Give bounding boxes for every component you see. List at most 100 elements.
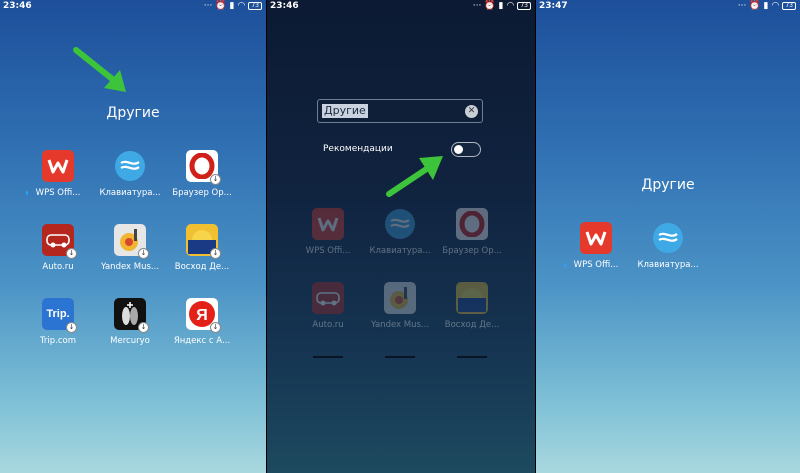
wifi-icon: ◠ [771,1,780,11]
app-opera[interactable]: Браузер Ор... [440,208,504,256]
app-label-text: Клавиатура... [637,260,699,270]
status-time: 23:46 [270,1,299,11]
app-swiftkey[interactable]: Клавиатура... [368,208,432,256]
app-label: WPS Offi... [564,260,628,270]
app-label-text: Восход Де... [174,262,230,272]
app-label-text: Браузер Ор... [442,246,502,256]
folder-name-input[interactable]: Другие ✕ [317,99,483,123]
app-label: Браузер Ор... [440,246,504,256]
app-label: Восход Де... [440,320,504,330]
app-label: Auto.ru [26,262,90,272]
yandex-icon: Я ↓ [186,298,221,333]
app-label: Браузер Ор... [170,188,234,198]
wps-icon [312,208,344,240]
app-yandex-music[interactable]: ↓ Yandex Mus... [98,224,162,272]
app-label: Яндекс с А... [170,336,234,346]
status-icons: ··· ⏰ ▮ ◠ 73 [204,1,262,11]
status-time: 23:47 [539,1,568,11]
app-label-text: Auto.ru [312,320,344,330]
voshod-icon: ↓ [186,224,221,259]
signal-icon: ▮ [229,1,235,11]
app-wps[interactable]: WPS Offi... [296,208,360,256]
panel-folder-view: 23:46 ··· ⏰ ▮ ◠ 73 Другие WPS Offi... Кла… [0,0,266,473]
battery-icon: 73 [782,2,796,10]
app-autoru[interactable]: ↓ Auto.ru [26,224,90,272]
app-label: Yandex Mus... [98,262,162,272]
download-badge-icon: ↓ [210,174,221,185]
app-label-text: WPS Offi... [305,246,351,256]
app-label-text: Клавиатура... [369,246,431,256]
download-badge-icon: ↓ [210,322,221,333]
app-label-text: Яндекс с А... [173,336,231,346]
clear-input-icon[interactable]: ✕ [465,105,478,118]
mercuryo-icon: ↓ [114,298,149,333]
new-app-dot [564,263,566,267]
status-icons: ··· ⏰ ▮ ◠ 73 [473,1,531,11]
app-label-text: WPS Offi... [35,188,81,198]
status-icons: ··· ⏰ ▮ ◠ 73 [738,1,796,11]
app-label: Восход Де... [170,262,234,272]
battery-icon: 73 [517,2,531,10]
app-trip[interactable]: Trip. ↓ Trip.com [26,298,90,346]
app-label: Клавиатура... [636,260,700,270]
yandex-music-icon [384,282,416,314]
dots-icon: ··· [203,1,213,11]
alarm-icon: ⏰ [484,1,496,11]
swiftkey-icon [652,222,684,254]
app-label: Auto.ru [296,320,360,330]
download-badge-icon: ↓ [210,248,221,259]
autoru-icon: ↓ [42,224,77,259]
alarm-icon: ⏰ [749,1,761,11]
status-time: 23:46 [3,1,32,11]
dock-indicator [313,356,343,358]
panel-folder-edit: 23:46 ··· ⏰ ▮ ◠ 73 Другие ✕ Рекомендации… [267,0,535,473]
autoru-icon [312,282,344,314]
folder-title: Другие [106,105,160,121]
dots-icon: ··· [737,1,747,11]
app-voshod[interactable]: ↓ Восход Де... [170,224,234,272]
app-label: WPS Offi... [26,188,90,198]
opera-icon [456,208,488,240]
download-badge-icon: ↓ [138,322,149,333]
app-label: Trip.com [26,336,90,346]
app-label-text: WPS Offi... [573,260,619,270]
yandex-music-icon: ↓ [114,224,149,259]
app-opera[interactable]: ↓ Браузер Ор... [170,150,234,198]
toggle-knob [454,145,463,154]
app-wps[interactable]: WPS Offi... [26,150,90,198]
app-yandex[interactable]: Я ↓ Яндекс с А... [170,298,234,346]
voshod-icon [456,282,488,314]
green-arrow-icon [73,47,126,92]
download-badge-icon: ↓ [138,248,149,259]
app-swiftkey[interactable]: Клавиатура... [98,150,162,198]
alarm-icon: ⏰ [215,1,227,11]
folder-title: Другие [641,177,695,193]
app-autoru[interactable]: Auto.ru [296,282,360,330]
app-wps[interactable]: WPS Offi... [564,222,628,270]
panel-folder-result: 23:47 ··· ⏰ ▮ ◠ 73 Другие WPS Offi... Кла… [536,0,800,473]
opera-icon: ↓ [186,150,221,185]
app-label: WPS Offi... [296,246,360,256]
app-label-text: Браузер Ор... [172,188,232,198]
green-arrow-icon [386,156,443,197]
wifi-icon: ◠ [237,1,246,11]
app-label-text: Auto.ru [42,262,74,272]
battery-icon: 73 [248,2,262,10]
wps-icon [42,150,74,182]
folder-name-value: Другие [322,104,368,118]
app-voshod[interactable]: Восход Де... [440,282,504,330]
app-label: Клавиатура... [98,188,162,198]
app-swiftkey[interactable]: Клавиатура... [636,222,700,270]
app-label: Клавиатура... [368,246,432,256]
app-mercuryo[interactable]: ↓ Mercuryo [98,298,162,346]
wps-icon [580,222,612,254]
recommendations-toggle[interactable] [451,142,481,157]
dock-indicator [385,356,415,358]
signal-icon: ▮ [498,1,504,11]
download-badge-icon: ↓ [66,248,77,259]
app-yandex-music[interactable]: Yandex Mus... [368,282,432,330]
app-label-text: Mercuryo [110,336,150,346]
app-label: Mercuryo [98,336,162,346]
svg-text:Я: Я [196,307,208,324]
app-label-text: Trip.com [39,336,77,346]
